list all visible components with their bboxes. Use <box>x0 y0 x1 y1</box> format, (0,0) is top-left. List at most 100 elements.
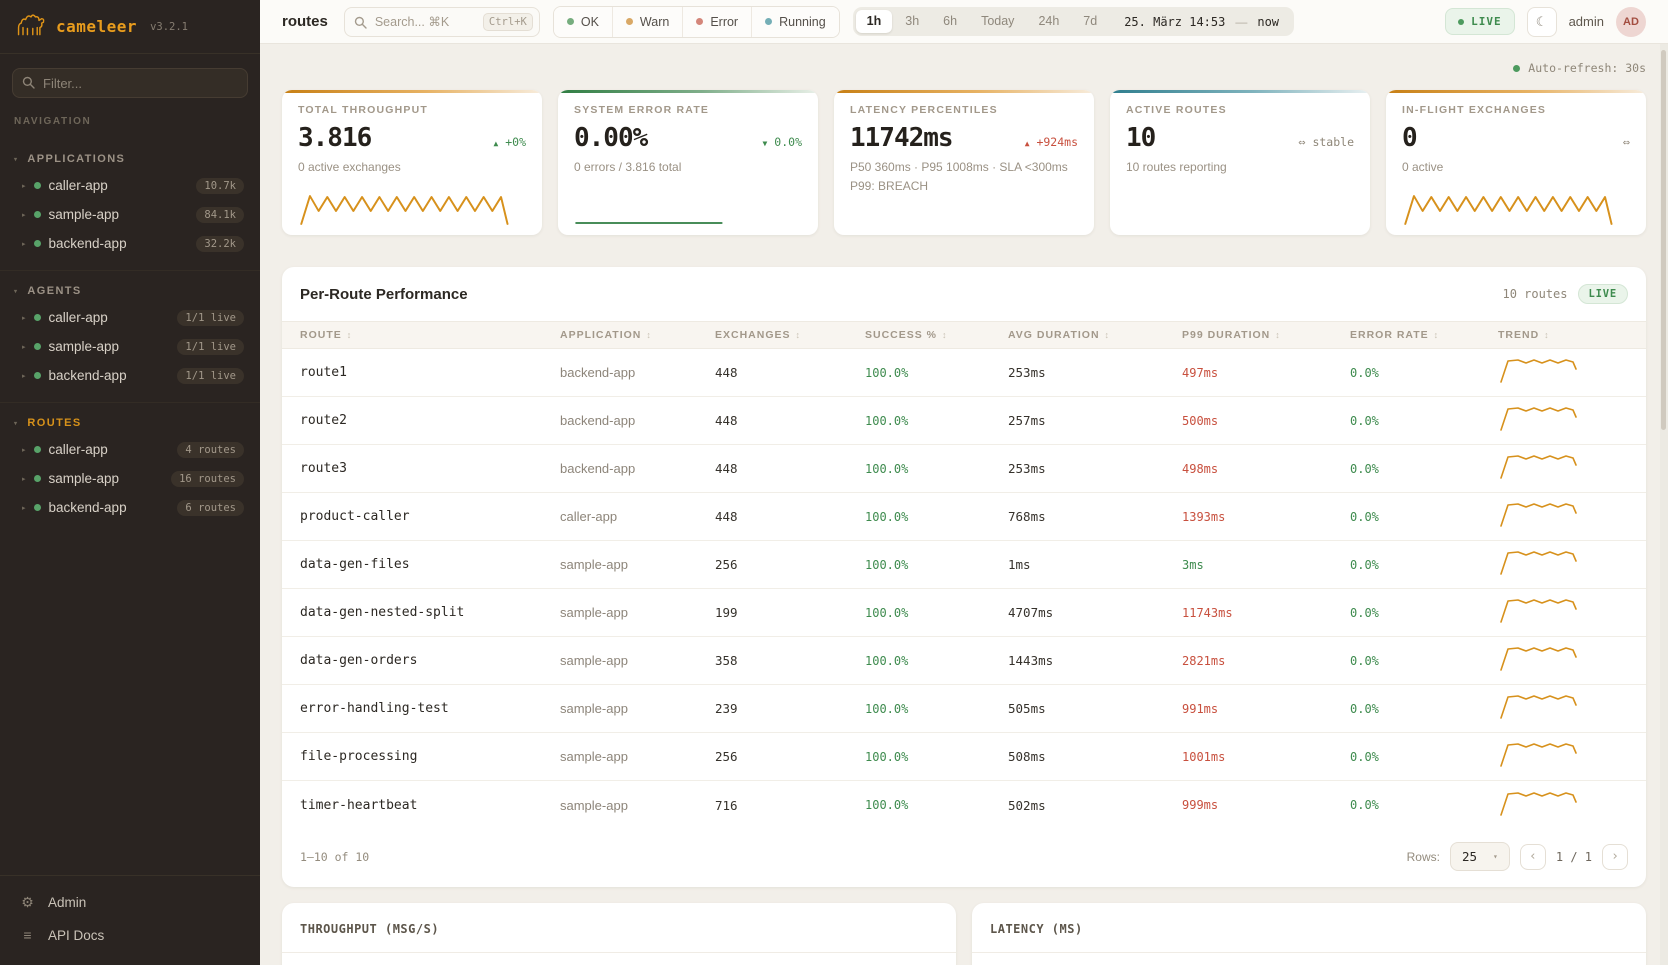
prev-page-button[interactable]: ‹ <box>1520 844 1546 870</box>
column-header-avg-duration[interactable]: AVG DURATION↕ <box>1008 329 1182 341</box>
cell-error-rate: 0.0% <box>1350 462 1498 476</box>
chevron-down-icon: ▾ <box>14 420 18 427</box>
kpi-value: 0.00% <box>574 125 647 151</box>
kpi-subtitle: P50 360ms · P95 1008ms · SLA <300ms <box>850 159 1078 176</box>
cell-success: 100.0% <box>865 606 1008 620</box>
app-version: v3.2.1 <box>150 21 188 33</box>
column-header-application[interactable]: APPLICATION↕ <box>560 329 715 341</box>
search-input[interactable] <box>373 14 483 30</box>
status-filter-ok[interactable]: OK <box>554 7 612 37</box>
column-header-exchanges[interactable]: EXCHANGES↕ <box>715 329 865 341</box>
sort-icon: ↕ <box>347 330 353 340</box>
table-row[interactable]: data-gen-nested-splitsample-app199100.0%… <box>282 589 1646 637</box>
time-range-3h[interactable]: 3h <box>894 10 930 33</box>
sidebar-footer-admin[interactable]: ⚙Admin <box>0 886 260 919</box>
table-row[interactable]: route1backend-app448100.0%253ms497ms0.0% <box>282 349 1646 397</box>
kpi-value: 10 <box>1126 125 1155 151</box>
column-header-success-[interactable]: SUCCESS % ↕ <box>865 329 1008 341</box>
cell-error-rate: 0.0% <box>1350 702 1498 716</box>
sidebar-section-header-routes[interactable]: ▾ROUTES <box>0 413 260 435</box>
table-meta: 10 routes LIVE <box>1502 284 1628 304</box>
column-header-p99-duration[interactable]: P99 DURATION↕ <box>1182 329 1350 341</box>
next-page-button[interactable]: › <box>1602 844 1628 870</box>
column-header-route[interactable]: ROUTE↕ <box>300 329 560 341</box>
cell-avg-duration: 508ms <box>1008 749 1182 764</box>
status-filter-running[interactable]: Running <box>751 7 839 37</box>
table-row[interactable]: error-handling-testsample-app239100.0%50… <box>282 685 1646 733</box>
sidebar-section-header-agents[interactable]: ▾AGENTS <box>0 281 260 303</box>
cell-error-rate: 0.0% <box>1350 510 1498 524</box>
table-row[interactable]: route3backend-app448100.0%253ms498ms0.0% <box>282 445 1646 493</box>
sidebar-section-header-applications[interactable]: ▾APPLICATIONS <box>0 149 260 171</box>
kpi-card-in-flight-exchanges: IN-FLIGHT EXCHANGES0⇔0 active <box>1386 90 1646 235</box>
kpi-subtitle: 0 errors / 3.816 total <box>574 159 802 176</box>
sidebar-filter-input[interactable] <box>12 68 248 98</box>
table-row[interactable]: route2backend-app448100.0%257ms500ms0.0% <box>282 397 1646 445</box>
cell-success: 100.0% <box>865 750 1008 764</box>
rows-per-page-select[interactable]: 25 ▾ <box>1450 842 1510 871</box>
theme-toggle-button[interactable]: ☾ <box>1527 7 1557 37</box>
sidebar-footer-api-docs[interactable]: ≡API Docs <box>0 919 260 951</box>
sort-icon: ↕ <box>942 330 948 340</box>
sidebar-item-sample-app[interactable]: ▸sample-app84.1k <box>0 200 260 229</box>
cell-avg-duration: 502ms <box>1008 798 1182 813</box>
date-range-to[interactable]: now <box>1249 15 1291 29</box>
date-range-from[interactable]: 25. März 14:53 <box>1110 15 1233 29</box>
live-dot-icon <box>1458 19 1464 25</box>
table-body: route1backend-app448100.0%253ms497ms0.0%… <box>282 349 1646 829</box>
time-range-1h[interactable]: 1h <box>856 10 893 33</box>
kpi-subtitle-2: P99: BREACH <box>850 178 1078 195</box>
cell-p99-duration: 3ms <box>1182 558 1350 572</box>
sidebar-item-label: sample-app <box>49 471 164 486</box>
sidebar-item-caller-app[interactable]: ▸caller-app1/1 live <box>0 303 260 332</box>
table-row[interactable]: data-gen-filessample-app256100.0%1ms3ms0… <box>282 541 1646 589</box>
cell-trend-sparkline <box>1498 643 1628 678</box>
status-filter-error[interactable]: Error <box>682 7 751 37</box>
cell-success: 100.0% <box>865 654 1008 668</box>
sidebar-item-backend-app[interactable]: ▸backend-app32.2k <box>0 229 260 258</box>
time-range-6h[interactable]: 6h <box>932 10 968 33</box>
avatar[interactable]: AD <box>1616 7 1646 37</box>
time-range-7d[interactable]: 7d <box>1072 10 1108 33</box>
status-dot-icon <box>34 504 41 511</box>
kpi-delta: ⇔ <box>1623 135 1630 149</box>
status-filter-label: Error <box>710 15 738 29</box>
sort-icon: ↕ <box>646 330 652 340</box>
sidebar: cameleer v3.2.1 NAVIGATION ▾APPLICATIONS… <box>0 0 260 965</box>
scrollbar-thumb[interactable] <box>1661 50 1666 430</box>
time-range-24h[interactable]: 24h <box>1027 10 1070 33</box>
search-box: Ctrl+K <box>344 7 540 37</box>
table-row[interactable]: timer-heartbeatsample-app716100.0%502ms9… <box>282 781 1646 829</box>
topbar: routes Ctrl+K OKWarnErrorRunning 1h3h6hT… <box>260 0 1668 44</box>
sidebar-item-backend-app[interactable]: ▸backend-app6 routes <box>0 493 260 522</box>
kpi-card-active-routes: ACTIVE ROUTES10⇔ stable10 routes reporti… <box>1110 90 1370 235</box>
sidebar-item-sample-app[interactable]: ▸sample-app1/1 live <box>0 332 260 361</box>
column-header-label: EXCHANGES <box>715 329 791 341</box>
cell-p99-duration: 498ms <box>1182 462 1350 476</box>
status-filter-warn[interactable]: Warn <box>612 7 682 37</box>
cell-p99-duration: 991ms <box>1182 702 1350 716</box>
table-row[interactable]: product-callercaller-app448100.0%768ms13… <box>282 493 1646 541</box>
sidebar-item-sample-app[interactable]: ▸sample-app16 routes <box>0 464 260 493</box>
time-range-today[interactable]: Today <box>970 10 1025 33</box>
cell-route: route1 <box>300 365 560 380</box>
status-dot-icon <box>34 475 41 482</box>
sidebar-item-caller-app[interactable]: ▸caller-app4 routes <box>0 435 260 464</box>
rows-label: Rows: <box>1407 850 1440 864</box>
column-header-trend[interactable]: TREND↕ <box>1498 329 1628 341</box>
table-row[interactable]: file-processingsample-app256100.0%508ms1… <box>282 733 1646 781</box>
table-row[interactable]: data-gen-orderssample-app358100.0%1443ms… <box>282 637 1646 685</box>
kpi-subtitle: 0 active <box>1402 159 1630 176</box>
sidebar-item-caller-app[interactable]: ▸caller-app10.7k <box>0 171 260 200</box>
status-filter-group: OK Warn Error Running <box>553 6 840 38</box>
cell-application: sample-app <box>560 701 715 716</box>
sidebar-item-backend-app[interactable]: ▸backend-app1/1 live <box>0 361 260 390</box>
app-logo: cameleer v3.2.1 <box>0 0 260 54</box>
status-filter-label: OK <box>581 15 599 29</box>
sidebar-item-label: sample-app <box>49 339 170 354</box>
auto-refresh-status: Auto-refresh: 30s <box>282 60 1646 76</box>
column-header-error-rate[interactable]: ERROR RATE↕ <box>1350 329 1498 341</box>
cell-p99-duration: 500ms <box>1182 414 1350 428</box>
status-dot-icon <box>34 182 41 189</box>
column-header-label: SUCCESS % <box>865 329 937 341</box>
